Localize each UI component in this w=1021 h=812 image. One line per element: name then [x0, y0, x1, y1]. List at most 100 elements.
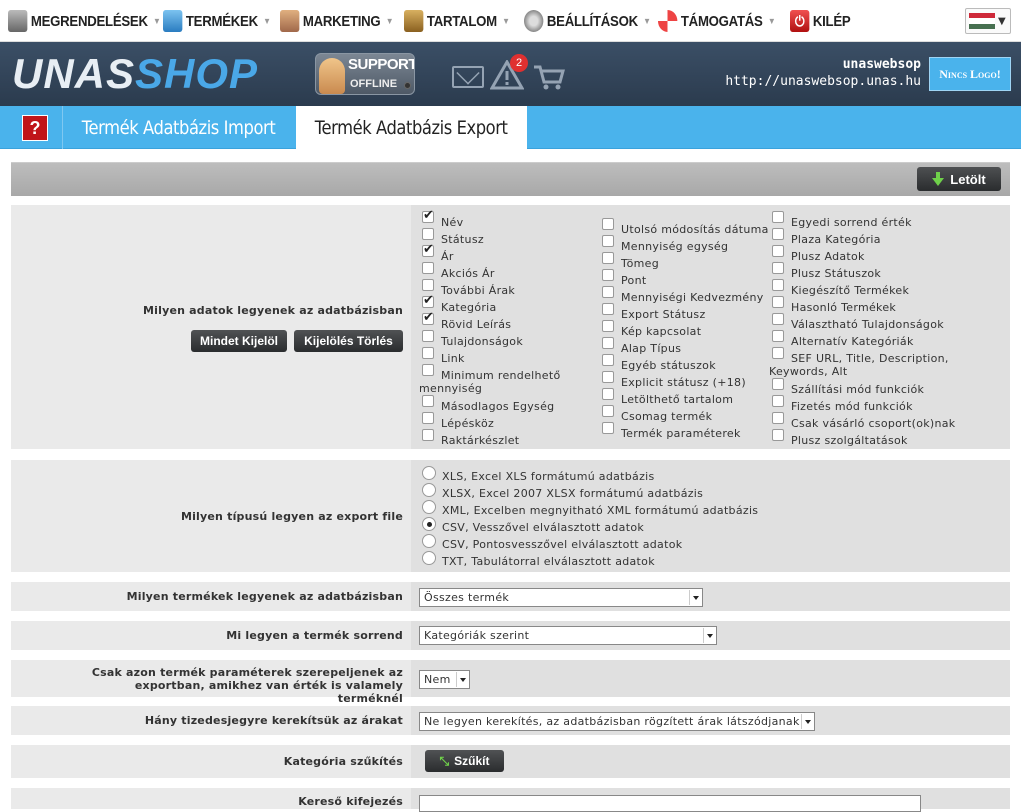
field-checkbox-col1-8[interactable]: Link [422, 347, 465, 365]
menu-logout[interactable]: ⏻ KILÉP [790, 10, 851, 32]
checkbox-icon[interactable] [772, 211, 784, 223]
download-button[interactable]: Letölt [917, 167, 1001, 191]
support-button[interactable]: SUPPORT OFFLINE [315, 53, 415, 95]
rounding-select[interactable]: Ne legyen kerekítés, az adatbázisban rög… [419, 712, 815, 731]
checkbox-icon[interactable] [422, 228, 434, 240]
field-checkbox-col2-2[interactable]: Tömeg [602, 252, 659, 270]
checkbox-icon[interactable] [772, 395, 784, 407]
language-select[interactable]: ▼ [965, 8, 1011, 34]
field-checkbox-col2-4[interactable]: Mennyiségi Kedvezmény [602, 286, 764, 304]
field-checkbox-col3-11[interactable]: Csak vásárló csoport(ok)nak [772, 412, 955, 430]
checkbox-icon[interactable] [602, 286, 614, 298]
checkbox-icon[interactable] [602, 218, 614, 230]
checkbox-icon[interactable] [422, 429, 434, 441]
field-checkbox-col2-5[interactable]: Export Státusz [602, 303, 706, 321]
field-checkbox-col3-5[interactable]: Hasonló Termékek [772, 296, 896, 314]
menu-support[interactable]: TÁMOGATÁS ▼ [658, 10, 776, 32]
checkbox-icon[interactable] [602, 269, 614, 281]
radio-icon[interactable] [422, 500, 436, 514]
field-checkbox-col1-12[interactable]: Raktárkészlet [422, 429, 519, 447]
checkbox-icon[interactable] [772, 412, 784, 424]
field-checkbox-col1-10[interactable]: Másodlagos Egység [422, 395, 554, 413]
field-checkbox-col2-11[interactable]: Csomag termék [602, 405, 712, 423]
search-input[interactable] [419, 795, 921, 812]
checkbox-icon[interactable] [602, 422, 614, 434]
checkbox-icon[interactable] [772, 296, 784, 308]
field-checkbox-col1-4[interactable]: További Árak [422, 279, 515, 297]
field-checkbox-col2-1[interactable]: Mennyiség egység [602, 235, 728, 253]
field-checkbox-col2-0[interactable]: Utolsó módosítás dátuma [602, 218, 769, 236]
checkbox-icon[interactable] [602, 371, 614, 383]
field-checkbox-col1-9[interactable]: Minimum rendelhető mennyiség [419, 364, 569, 395]
field-checkbox-col2-7[interactable]: Alap Típus [602, 337, 681, 355]
menu-marketing[interactable]: MARKETING ▼ [280, 10, 394, 32]
field-checkbox-col3-3[interactable]: Plusz Státuszok [772, 262, 881, 280]
checkbox-icon[interactable] [602, 354, 614, 366]
checkbox-icon[interactable] [422, 310, 434, 325]
field-checkbox-col3-9[interactable]: Szállítási mód funkciók [772, 378, 924, 396]
shopping-cart-icon[interactable] [532, 62, 566, 92]
checkbox-icon[interactable] [602, 303, 614, 315]
field-checkbox-col2-10[interactable]: Letölthető tartalom [602, 388, 733, 406]
field-checkbox-col1-11[interactable]: Lépésköz [422, 412, 494, 430]
checkbox-icon[interactable] [422, 279, 434, 291]
checkbox-icon[interactable] [422, 330, 434, 342]
field-checkbox-col3-2[interactable]: Plusz Adatok [772, 245, 865, 263]
field-checkbox-col3-1[interactable]: Plaza Kategória [772, 228, 881, 246]
radio-icon[interactable] [422, 466, 436, 480]
field-checkbox-col3-12[interactable]: Plusz szolgáltatások [772, 429, 908, 447]
menu-content[interactable]: TARTALOM ▼ [404, 10, 510, 32]
field-checkbox-col1-7[interactable]: Tulajdonságok [422, 330, 523, 348]
filetype-radio-4[interactable]: CSV, Pontosvesszővel elválasztott adatok [422, 534, 682, 551]
checkbox-icon[interactable] [772, 228, 784, 240]
checkbox-icon[interactable] [602, 405, 614, 417]
checkbox-icon[interactable] [602, 235, 614, 247]
field-checkbox-col2-9[interactable]: Explicit státusz (+18) [602, 371, 746, 389]
mail-icon[interactable] [452, 66, 484, 88]
checkbox-icon[interactable] [772, 262, 784, 274]
radio-icon[interactable] [422, 551, 436, 565]
checkbox-icon[interactable] [772, 378, 784, 390]
checkbox-icon[interactable] [772, 429, 784, 441]
field-checkbox-col3-6[interactable]: Választható Tulajdonságok [772, 313, 944, 331]
field-checkbox-col1-5[interactable]: Kategória [422, 293, 497, 314]
filetype-radio-3[interactable]: CSV, Vesszővel elválasztott adatok [422, 517, 644, 534]
params-select[interactable]: Nem [419, 670, 470, 689]
checkbox-icon[interactable] [422, 262, 434, 274]
checkbox-icon[interactable] [772, 347, 784, 359]
checkbox-icon[interactable] [422, 364, 434, 376]
tab-export[interactable]: Termék Adatbázis Export [296, 106, 527, 150]
checkbox-icon[interactable] [602, 252, 614, 264]
checkbox-icon[interactable] [422, 208, 434, 223]
field-checkbox-col2-12[interactable]: Termék paraméterek [602, 422, 741, 440]
field-checkbox-col2-8[interactable]: Egyéb státuszok [602, 354, 716, 372]
checkbox-icon[interactable] [422, 347, 434, 359]
filetype-radio-1[interactable]: XLSX, Excel 2007 XLSX formátumú adatbázi… [422, 483, 703, 500]
narrow-category-button[interactable]: ⤡ Szűkít [425, 750, 504, 772]
field-checkbox-col1-2[interactable]: Ár [422, 242, 454, 263]
field-checkbox-col1-1[interactable]: Státusz [422, 228, 484, 246]
field-checkbox-col2-3[interactable]: Pont [602, 269, 646, 287]
filetype-radio-5[interactable]: TXT, Tabulátorral elválasztott adatok [422, 551, 655, 568]
field-checkbox-col3-7[interactable]: Alternatív Kategóriák [772, 330, 914, 348]
field-checkbox-col1-3[interactable]: Akciós Ár [422, 262, 495, 280]
field-checkbox-col1-6[interactable]: Rövid Leírás [422, 310, 511, 331]
field-checkbox-col2-6[interactable]: Kép kapcsolat [602, 320, 701, 338]
checkbox-icon[interactable] [772, 279, 784, 291]
field-checkbox-col3-10[interactable]: Fizetés mód funkciók [772, 395, 913, 413]
tab-import[interactable]: Termék Adatbázis Import [63, 106, 295, 149]
menu-orders[interactable]: MEGRENDELÉSEK ▼ [8, 10, 161, 32]
unas-shop-logo[interactable]: UNASSHOP [12, 50, 258, 98]
help-button[interactable]: ? [22, 115, 48, 141]
no-logo-placeholder[interactable]: Nincs Logo! [929, 57, 1011, 91]
checkbox-icon[interactable] [772, 330, 784, 342]
checkbox-icon[interactable] [602, 337, 614, 349]
checkbox-icon[interactable] [422, 242, 434, 257]
field-checkbox-col3-0[interactable]: Egyedi sorrend érték [772, 211, 912, 229]
checkbox-icon[interactable] [422, 412, 434, 424]
field-checkbox-col3-8[interactable]: SEF URL, Title, Description, Keywords, A… [769, 347, 959, 378]
shop-url[interactable]: http://unaswebsop.unas.hu [725, 73, 921, 90]
checkbox-icon[interactable] [602, 388, 614, 400]
select-all-button[interactable]: Mindet Kijelöl [191, 330, 287, 352]
checkbox-icon[interactable] [602, 320, 614, 332]
